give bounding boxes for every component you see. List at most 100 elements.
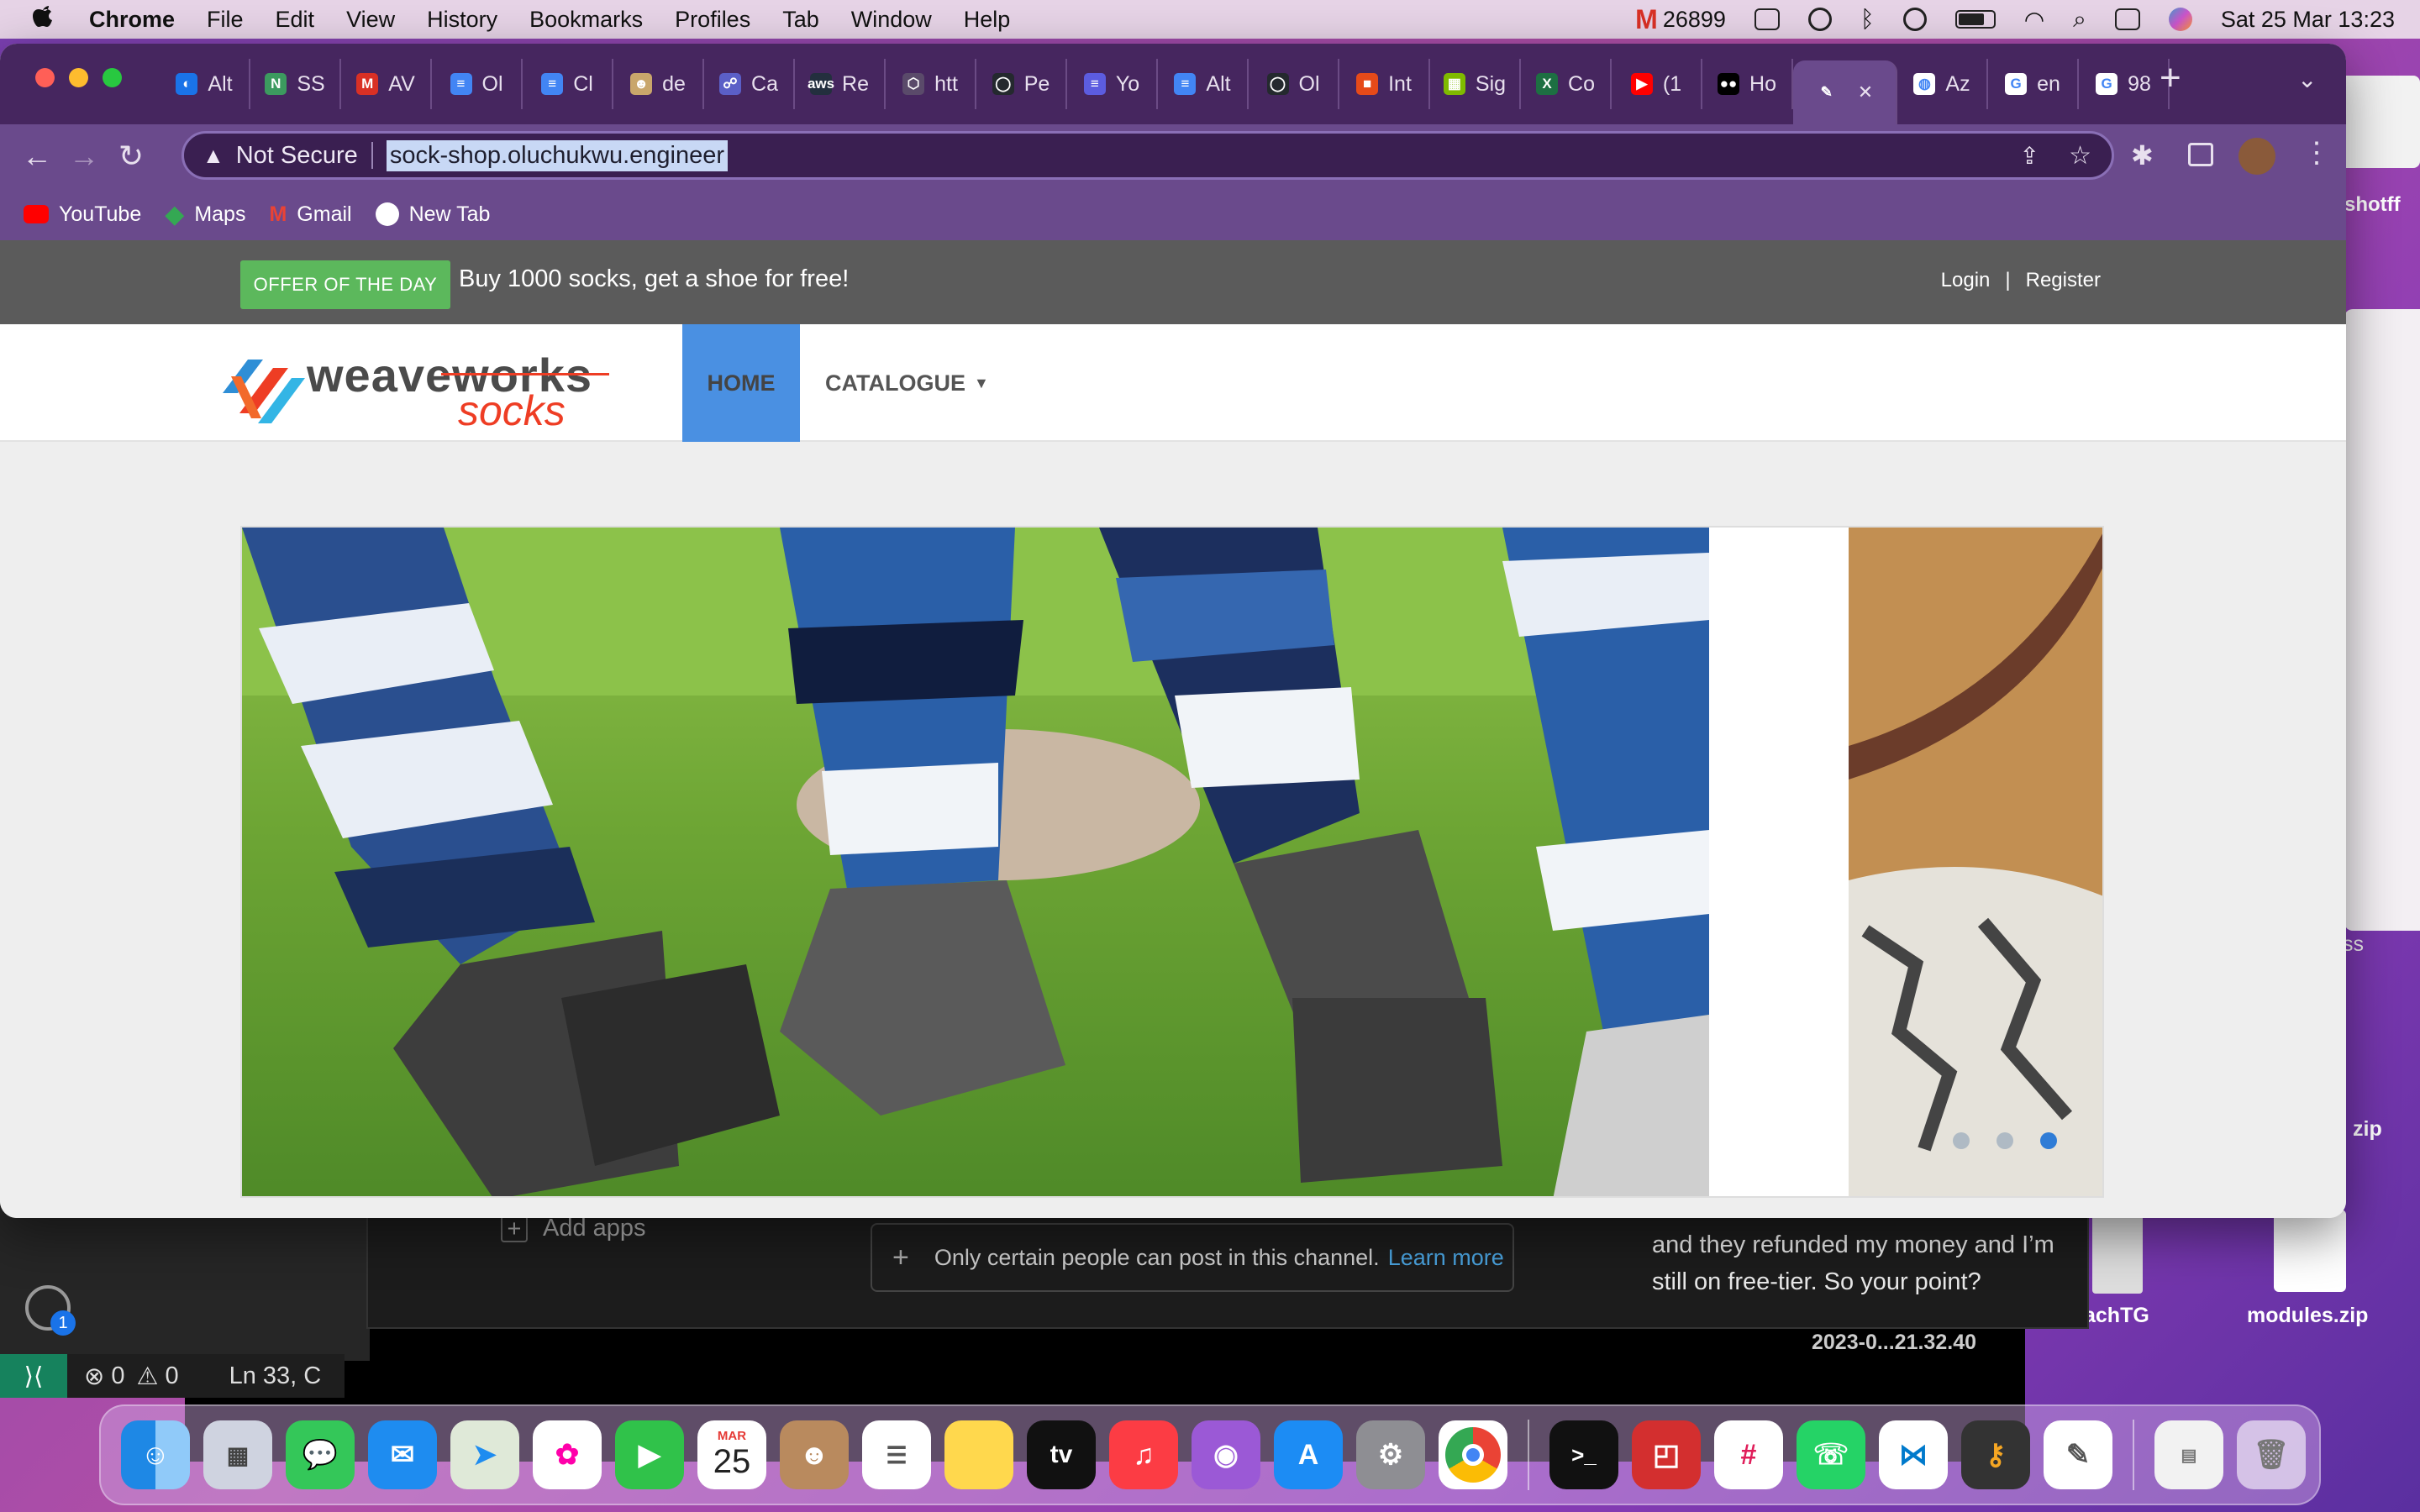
finder-icon[interactable]: ☺ <box>121 1420 190 1489</box>
carousel-indicator[interactable] <box>1996 1132 2013 1149</box>
browser-tab[interactable]: ≡ Ol <box>432 59 523 109</box>
slack-icon[interactable]: # <box>1714 1420 1783 1489</box>
nav-home[interactable]: HOME <box>682 324 800 442</box>
document-stack-icon[interactable]: ▤ <box>2154 1420 2223 1489</box>
launchpad-icon[interactable]: ▦ <box>203 1420 272 1489</box>
menu-history[interactable]: History <box>427 7 497 33</box>
browser-tab[interactable]: X Co <box>1521 59 1612 109</box>
menu-bookmarks[interactable]: Bookmarks <box>529 7 643 33</box>
photos-icon[interactable]: ✿ <box>533 1420 602 1489</box>
wifi-icon[interactable]: ◠ <box>2024 6 2044 34</box>
grammarly-icon[interactable] <box>1807 8 1832 31</box>
bookmark-youtube[interactable]: YouTube <box>24 202 141 227</box>
menu-tab[interactable]: Tab <box>782 7 819 33</box>
zip-file-icon[interactable] <box>2274 1210 2346 1292</box>
bookmark-star-icon[interactable]: ☆ <box>2069 141 2091 171</box>
chrome-dock-icon[interactable] <box>1439 1420 1507 1489</box>
browser-tab[interactable]: ≡ Alt <box>1158 59 1249 109</box>
maps-icon[interactable]: ➤ <box>450 1420 519 1489</box>
system-settings-icon[interactable]: ⚙ <box>1356 1420 1425 1489</box>
address-bar[interactable]: ▲ Not Secure sock-shop.oluchukwu.enginee… <box>182 131 2114 180</box>
warning-count[interactable]: 0 <box>165 1362 178 1390</box>
notes-icon[interactable] <box>944 1420 1013 1489</box>
terminal-icon[interactable]: >_ <box>1549 1420 1618 1489</box>
close-window-button[interactable] <box>35 68 55 87</box>
gmail-counter[interactable]: M 26899 <box>1635 4 1726 35</box>
nav-catalogue[interactable]: CATALOGUE ▼ <box>825 324 989 442</box>
browser-tab[interactable]: ◯ Pe <box>976 59 1067 109</box>
trash-icon[interactable]: 🗑 <box>2237 1420 2306 1489</box>
profile-avatar[interactable] <box>2238 138 2275 175</box>
desktop-doc-icon[interactable] <box>2092 1210 2143 1294</box>
browser-tab[interactable]: M AV <box>341 59 432 109</box>
register-link[interactable]: Register <box>2026 269 2101 292</box>
cursor-position[interactable]: Ln 33, C <box>229 1362 322 1390</box>
desktop-file-thumbnail[interactable] <box>2339 76 2420 168</box>
menu-window[interactable]: Window <box>851 7 932 33</box>
learn-more-link[interactable]: Learn more <box>1388 1245 1504 1271</box>
textedit-icon[interactable]: ✎ <box>2044 1420 2112 1489</box>
browser-tab[interactable]: G 98 <box>2079 59 2170 109</box>
tab-search-chevron-icon[interactable]: ⌄ <box>2297 66 2317 93</box>
calendar-icon[interactable]: MAR 25 <box>697 1420 766 1489</box>
carousel-indicator[interactable] <box>1953 1132 1970 1149</box>
add-apps-row[interactable]: + Add apps <box>501 1215 646 1242</box>
browser-tab[interactable]: ●● Ho <box>1702 59 1793 109</box>
bluetooth-icon[interactable]: ᛒ <box>1860 6 1875 33</box>
control-center-icon[interactable] <box>2114 8 2140 30</box>
menubar-clock[interactable]: Sat 25 Mar 13:23 <box>2221 7 2395 33</box>
siri-icon[interactable] <box>2168 8 2192 31</box>
browser-tab[interactable]: ≡ Yo <box>1067 59 1158 109</box>
reminders-icon[interactable]: ☰ <box>862 1420 931 1489</box>
battery-icon[interactable] <box>1954 10 1996 29</box>
close-tab-icon[interactable]: ✕ <box>1858 81 1873 103</box>
desktop-file-label[interactable]: shotff <box>2344 193 2401 217</box>
bookmark-new-tab[interactable]: New Tab <box>375 202 490 227</box>
carousel-indicator-active[interactable] <box>2040 1132 2057 1149</box>
side-panel-icon[interactable] <box>2188 143 2213 166</box>
desktop-label-zip[interactable]: zip <box>2353 1117 2382 1142</box>
back-button[interactable]: ← <box>13 139 60 174</box>
browser-tab[interactable]: ■ Int <box>1339 59 1430 109</box>
browser-tab[interactable]: N SS <box>250 59 341 109</box>
bookmark-gmail[interactable]: M Gmail <box>269 202 351 227</box>
music-icon[interactable]: ♫ <box>1109 1420 1178 1489</box>
appstore-icon[interactable]: A <box>1274 1420 1343 1489</box>
play-icon[interactable] <box>1902 8 1927 31</box>
security-label[interactable]: Not Secure <box>236 142 358 170</box>
browser-tab[interactable]: ◍ Az <box>1897 59 1988 109</box>
url-text[interactable]: sock-shop.oluchukwu.engineer <box>386 139 728 171</box>
hero-carousel[interactable] <box>240 526 2104 1198</box>
bookmark-maps[interactable]: ◆ Maps <box>165 200 245 229</box>
appletv-icon[interactable]: tv <box>1027 1420 1096 1489</box>
remote-icon[interactable]: ⟩⟨ <box>0 1354 67 1398</box>
whatsapp-icon[interactable]: ☏ <box>1797 1420 1865 1489</box>
browser-tab[interactable]: ≡ Cl <box>523 59 613 109</box>
podcasts-icon[interactable]: ◉ <box>1192 1420 1260 1489</box>
browser-tab[interactable]: ◯ Ol <box>1249 59 1339 109</box>
menu-file[interactable]: File <box>207 7 244 33</box>
facetime-icon[interactable]: ▶ <box>615 1420 684 1489</box>
minimize-window-button[interactable] <box>69 68 88 87</box>
more-menu-icon[interactable]: ⋮ <box>2302 136 2331 170</box>
desktop-screenshot-label[interactable]: 2023-0...21.32.40 <box>1812 1331 1976 1355</box>
menu-profiles[interactable]: Profiles <box>675 7 750 33</box>
plus-icon[interactable]: + <box>892 1242 909 1274</box>
browser-tab[interactable]: aws Re <box>795 59 886 109</box>
browser-tab[interactable]: ⬡ htt <box>886 59 976 109</box>
screenshot-icon[interactable]: ◰ <box>1632 1420 1701 1489</box>
offer-badge[interactable]: OFFER OF THE DAY <box>240 260 450 309</box>
zoom-window-button[interactable] <box>103 68 122 87</box>
warning-icon[interactable]: ▲ <box>203 143 224 169</box>
menu-chrome[interactable]: Chrome <box>89 7 175 33</box>
browser-tab[interactable]: ▦ Sig <box>1430 59 1521 109</box>
apple-menu-icon[interactable] <box>30 3 55 35</box>
desktop-label-modules-zip[interactable]: modules.zip <box>2247 1304 2368 1328</box>
browser-tab[interactable]: Gen <box>1988 59 2079 109</box>
share-icon[interactable]: ⇪ <box>2020 142 2039 170</box>
browser-tab[interactable]: ☍ Ca <box>704 59 795 109</box>
error-count[interactable]: 0 <box>111 1362 124 1390</box>
spotlight-search-icon[interactable]: ⌕ <box>2073 6 2086 34</box>
browser-tab[interactable]: ▶ (1 <box>1612 59 1702 109</box>
menu-help[interactable]: Help <box>964 7 1011 33</box>
